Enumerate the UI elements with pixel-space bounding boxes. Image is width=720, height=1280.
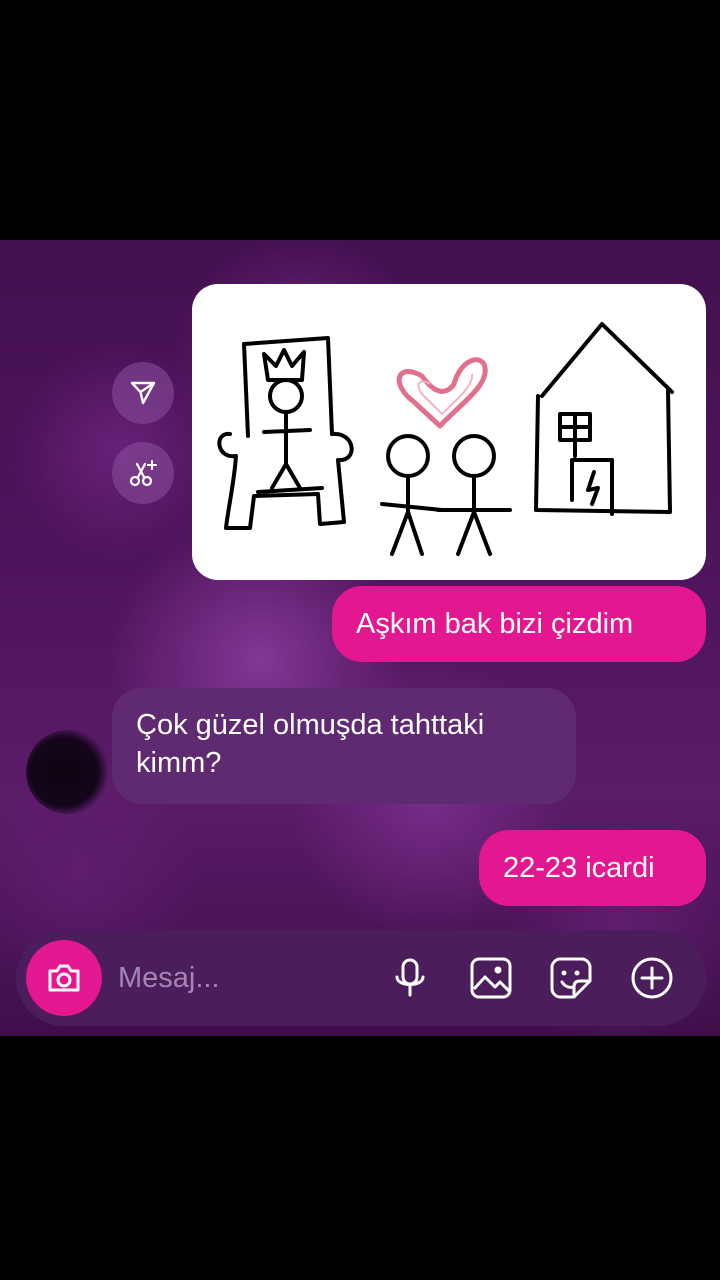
edit-image-button[interactable]: [112, 442, 174, 504]
drawing: [217, 322, 674, 556]
microphone-icon: [395, 958, 425, 997]
plus-circle-icon: [631, 957, 673, 999]
camera-icon: [48, 964, 80, 992]
outgoing-message[interactable]: 22-23 icardi: [479, 830, 706, 906]
shared-drawing-image[interactable]: [192, 284, 706, 580]
sticker-icon: [550, 957, 592, 999]
camera-button[interactable]: [26, 940, 102, 1016]
sticker-button[interactable]: [547, 954, 595, 1002]
voice-message-button[interactable]: [386, 954, 434, 1002]
chat-screen: Aşkım bak bizi çizdim Çok güzel olmuşda …: [0, 240, 720, 1036]
incoming-message[interactable]: Çok güzel olmuşda tahttaki kimm?: [112, 688, 576, 804]
message-input[interactable]: [118, 956, 378, 1000]
message-composer: [16, 930, 706, 1026]
gallery-icon: [470, 957, 512, 999]
message-text: Çok güzel olmuşda tahttaki kimm?: [136, 709, 485, 779]
gallery-button[interactable]: [467, 954, 515, 1002]
avatar[interactable]: [26, 730, 110, 814]
more-options-button[interactable]: [628, 954, 676, 1002]
sparkle-scissors-icon: [129, 460, 157, 487]
share-icon: [130, 381, 156, 405]
message-text: Aşkım bak bizi çizdim: [356, 608, 634, 640]
message-text: 22-23 icardi: [503, 852, 655, 884]
outgoing-message[interactable]: Aşkım bak bizi çizdim: [332, 586, 706, 662]
share-button[interactable]: [112, 362, 174, 424]
